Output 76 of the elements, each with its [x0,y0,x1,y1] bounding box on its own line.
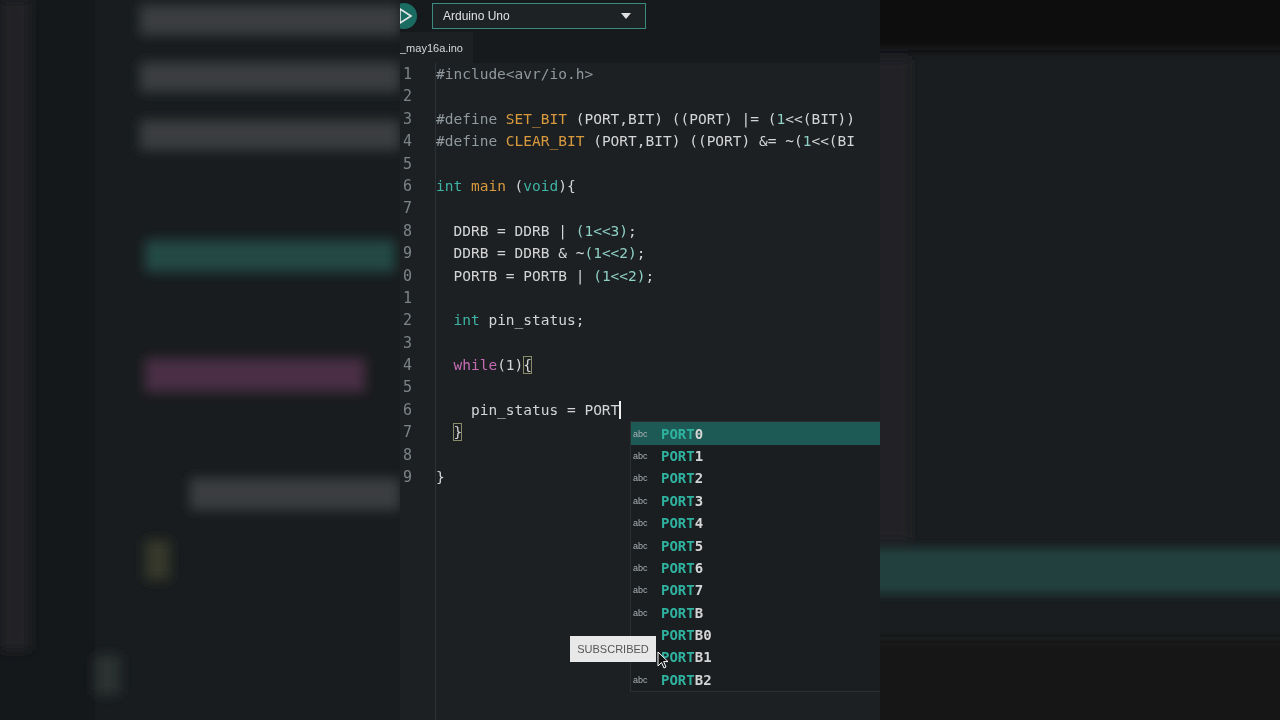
code-text: void [523,177,559,196]
code-text: int [453,311,480,330]
code-text: (1<<3) [575,221,629,240]
code-text: DDRB = DDRB | [453,221,568,240]
line-number: 7 [402,422,414,444]
text-kind-label: abc [633,495,649,506]
code-text: SET_BIT [505,109,567,128]
text-kind-label: abc [633,562,649,573]
suggestion-item[interactable]: abc PORTB [631,601,880,624]
code-text: while [453,356,498,375]
suggestion-item[interactable]: abc PORT3 [631,489,880,512]
text-kind-label: abc [633,585,649,596]
code-text: pin_status; [488,311,585,330]
suggestion-item[interactable]: abc PORT7 [631,579,880,602]
line-number: 7 [402,198,414,220]
suggestion-item[interactable]: abc PORT1 [631,444,880,468]
suggestion-item[interactable]: abc PORT5 [631,534,880,557]
text-kind-label: abc [633,518,649,529]
code-text: int [436,177,463,196]
line-number: 9 [402,243,414,265]
line-number: 9 [402,467,414,489]
suggestion-item[interactable]: abc PORT2 [631,467,880,490]
line-number: 5 [402,153,414,175]
line-number: 1 [402,64,414,85]
code-text: ; [628,221,637,240]
suggestion-item[interactable]: abc PORTB2 [631,668,880,692]
subscribed-button[interactable]: SUBSCRIBED [570,636,656,662]
file-tab[interactable]: _may16a.ino [400,32,473,63]
line-number: 4 [402,131,414,153]
line-number: 4 [402,355,414,377]
code-text: <<(BIT)) [785,109,856,128]
code-text: 1 [776,109,786,128]
text-kind-label: abc [633,540,649,551]
line-number: 5 [402,377,414,399]
code-text: (PORT,BIT) ((PORT) &= ~( [593,132,803,151]
line-number: 3 [402,332,414,354]
line-number: 1 [402,287,414,309]
line-number: 2 [402,310,414,332]
code-text: ){ [558,177,576,196]
code-text: } [436,468,445,487]
line-number: 0 [402,265,414,287]
code-text: ( [514,177,524,196]
text-kind-label: abc [633,674,649,685]
line-number: 8 [402,444,414,466]
suggestion-item[interactable]: abc PORT0 [631,422,880,445]
code-text: (1) [497,356,524,375]
line-number: 8 [402,220,414,242]
code-text: 1 [802,132,812,151]
code-text: <<(BI [811,132,856,151]
code-text: ; [636,244,646,263]
code-text: (1<<2) [593,266,646,285]
line-number: 2 [402,86,414,108]
caret-icon [621,13,631,19]
code-text: CLEAR_BIT [505,132,585,151]
matched-bracket: { [523,356,533,375]
code-text: (PORT,BIT) ((PORT) |= ( [575,109,777,128]
line-number: 6 [402,399,414,421]
suggestion-item[interactable]: abc PORT6 [631,556,880,580]
line-number: 6 [402,175,414,197]
code-text: pin_status = PORT [470,401,620,420]
code-text: DDRB = DDRB & ~ [453,244,585,263]
line-number: 3 [402,108,414,130]
code-text: #define [436,132,499,151]
text-kind-label: abc [633,428,649,439]
text-kind-label: abc [633,450,649,461]
code-text: main [470,177,506,196]
code-text: PORTB = PORTB | [453,266,586,285]
text-kind-label: abc [633,473,649,484]
matched-bracket: } [453,423,463,442]
text-kind-label: abc [633,607,649,618]
code-text: ; [645,266,655,285]
code-text: #define [436,109,499,128]
code-text: #include<avr/io.h> [436,65,594,84]
suggestion-item[interactable]: abc PORT4 [631,511,880,535]
code-text: (1<<2) [584,244,637,263]
board-dropdown[interactable]: Arduino Uno [432,3,646,29]
